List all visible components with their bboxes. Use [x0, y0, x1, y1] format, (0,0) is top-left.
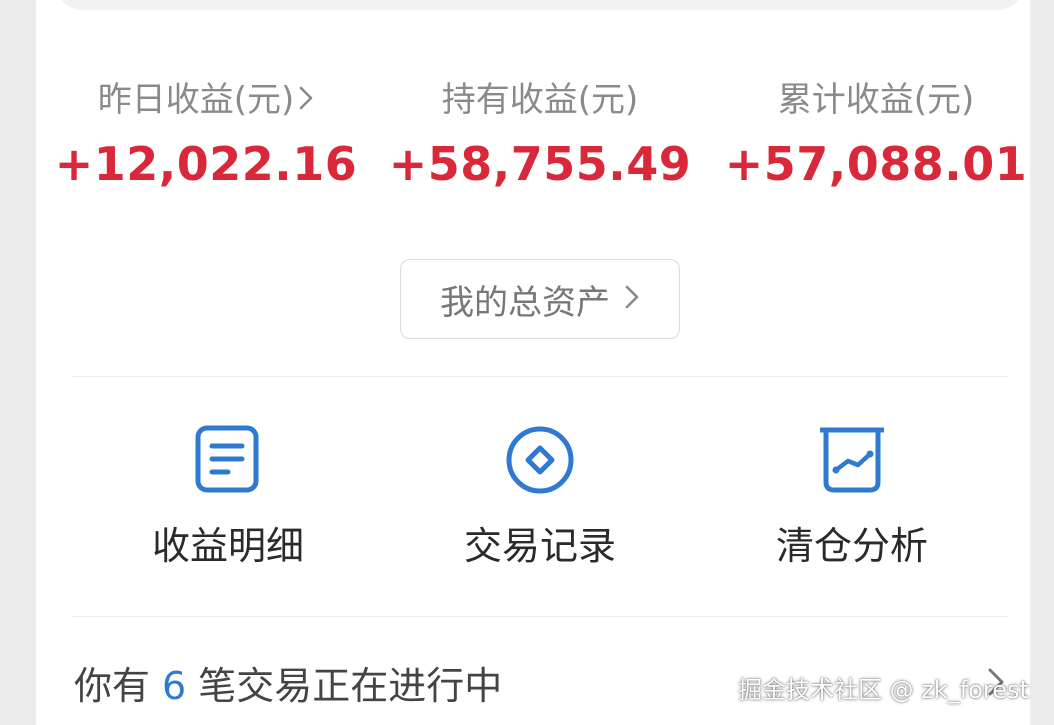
- action-earnings-detail-label: 收益明细: [151, 524, 304, 568]
- trend-chart-icon: [812, 420, 892, 500]
- document-icon: [188, 420, 268, 500]
- action-trade-records[interactable]: 交易记录: [420, 420, 660, 570]
- stat-holding: 持有收益(元) +58,755.49: [380, 78, 700, 194]
- total-assets-button[interactable]: 我的总资产: [400, 259, 680, 339]
- watermark: 掘金技术社区 @ zk_forest: [738, 676, 1029, 704]
- stat-cumulative: 累计收益(元) +57,088.01: [716, 78, 1036, 194]
- divider: [72, 376, 1008, 377]
- stat-cumulative-value: +57,088.01: [724, 137, 1028, 191]
- ongoing-trades-suffix: 笔交易正在进行中: [198, 664, 503, 708]
- stat-yesterday-label-row: 昨日收益(元): [46, 78, 366, 122]
- action-clearance-analysis[interactable]: 清仓分析: [732, 420, 972, 570]
- ongoing-trades-count: 6: [162, 664, 187, 708]
- stat-holding-value: +58,755.49: [388, 137, 692, 191]
- action-earnings-detail[interactable]: 收益明细: [108, 420, 348, 570]
- diamond-circle-icon: [500, 420, 580, 500]
- stat-yesterday-value: +12,022.16: [54, 137, 358, 191]
- stat-yesterday[interactable]: 昨日收益(元) +12,022.16: [46, 78, 366, 194]
- stats-row: 昨日收益(元) +12,022.16 持有收益(元) +58,755.49 累计…: [0, 78, 1054, 198]
- stat-cumulative-label: 累计收益(元): [777, 80, 975, 120]
- top-strip: [56, 0, 1024, 10]
- action-trade-records-label: 交易记录: [463, 524, 616, 568]
- chevron-right-icon: [624, 279, 640, 319]
- stat-yesterday-label: 昨日收益(元): [97, 80, 295, 120]
- total-assets-label: 我的总资产: [440, 282, 610, 323]
- chevron-right-icon: [298, 78, 314, 122]
- stat-holding-label: 持有收益(元): [441, 80, 639, 120]
- ongoing-trades-row[interactable]: 你有 6 笔交易正在进行中: [74, 660, 502, 712]
- action-clearance-analysis-label: 清仓分析: [775, 524, 928, 568]
- ongoing-trades-prefix: 你有: [74, 664, 151, 708]
- divider: [72, 616, 1008, 617]
